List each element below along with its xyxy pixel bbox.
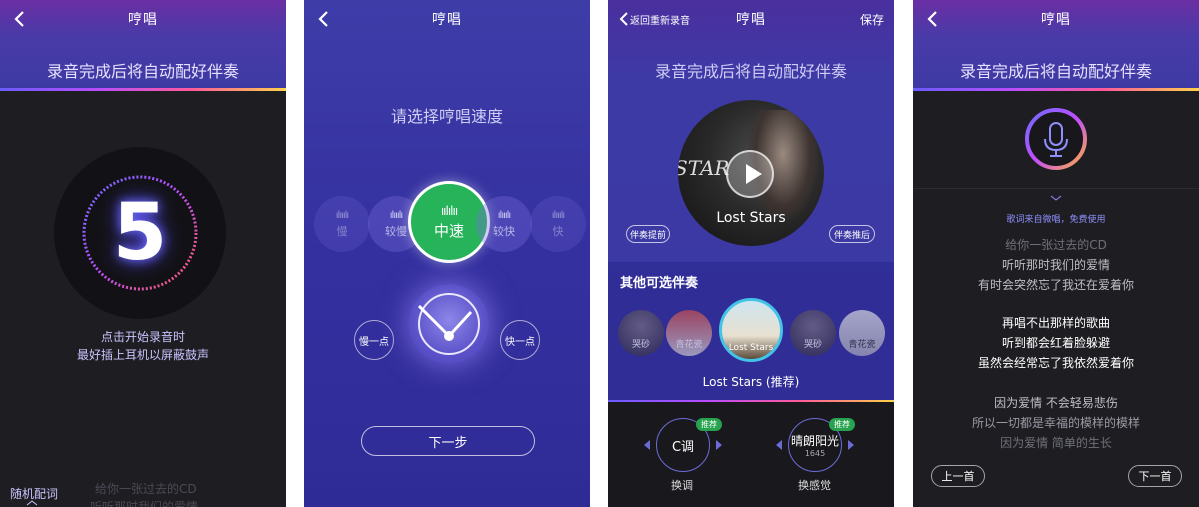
wave-icon: ılııılı xyxy=(551,209,565,221)
speed-option-slow[interactable]: ılııılı 慢 xyxy=(314,196,370,252)
speed-prompt: 请选择哼唱速度 xyxy=(390,107,503,126)
faster-button[interactable]: 快一点 xyxy=(500,320,540,360)
hint-line-1: 点击开始录音时 xyxy=(100,330,185,344)
back-icon xyxy=(619,12,628,26)
accompaniment-thumb-selected[interactable]: Lost Stars xyxy=(719,298,783,362)
advance-accompaniment-button[interactable]: 伴奏提前 xyxy=(626,225,670,243)
mood-left-arrow-icon[interactable] xyxy=(776,440,782,450)
lyric-line: 所以一切都是幸福的模样的模样 xyxy=(971,416,1140,430)
accompaniment-thumb-5[interactable]: 青花瓷 xyxy=(839,310,885,356)
save-button[interactable]: 保存 xyxy=(860,11,884,28)
hint-line-2: 最好插上耳机以屏蔽鼓声 xyxy=(76,348,209,362)
next-song-button[interactable]: 下一首 xyxy=(1128,465,1182,487)
lyric-line: 听到都会红着脸躲避 xyxy=(1001,336,1110,350)
play-icon[interactable] xyxy=(726,150,774,198)
lyric-line: 因为爱情 简单的生长 xyxy=(1000,436,1112,450)
page-title: 哼唱 xyxy=(1041,12,1071,28)
accompaniment-thumb-1[interactable]: 哭砂 xyxy=(618,310,664,356)
chevron-up-icon[interactable] xyxy=(26,500,38,506)
previous-song-button[interactable]: 上一首 xyxy=(931,465,985,487)
accompaniment-screen: 返回重新录音 哼唱 保存 录音完成后将自动配好伴奏 STAR Lost Star… xyxy=(608,0,894,507)
key-recommend-badge: 推荐 xyxy=(696,418,722,431)
lyric-line: 再唱不出那样的歌曲 xyxy=(1001,316,1110,330)
speed-option-faster[interactable]: ılııılı 较快 xyxy=(476,196,532,252)
next-step-button[interactable]: 下一步 xyxy=(361,426,535,456)
wave-icon: ılııılı xyxy=(335,209,349,221)
lyrics-screen: 哼唱 录音完成后将自动配好伴奏 歌词来自微唱，免费使用 给你一张过去的CD 听听… xyxy=(913,0,1199,507)
countdown-screen: 哼唱 录音完成后将自动配好伴奏 5 点击开始录音时 最好插上耳机以屏蔽鼓声 随机… xyxy=(0,0,286,507)
microphone-icon[interactable] xyxy=(1024,107,1088,171)
faint-lyric-2: 听听那时我们的爱情 xyxy=(90,500,199,507)
back-rerecord-button[interactable]: 返回重新录音 xyxy=(618,11,690,27)
mood-right-arrow-icon[interactable] xyxy=(848,440,854,450)
page-title: 哼唱 xyxy=(736,12,766,28)
back-icon[interactable] xyxy=(314,9,334,29)
lyric-line: 虽然会经常忘了我依然爱着你 xyxy=(977,356,1134,370)
other-accompaniment-title: 其他可选伴奏 xyxy=(620,276,699,291)
countdown-ring[interactable]: 5 xyxy=(54,147,226,319)
wave-icon: ılııılı xyxy=(497,209,511,221)
subtitle: 录音完成后将自动配好伴奏 xyxy=(959,62,1152,81)
song-title: Lost Stars xyxy=(716,210,786,226)
lyrics-source: 歌词来自微唱，免费使用 xyxy=(1006,215,1106,225)
lyric-line: 因为爱情 不会轻易悲伤 xyxy=(994,396,1118,410)
top-bar: 哼唱 xyxy=(304,0,590,38)
accompaniment-thumb-2[interactable]: 青花瓷 xyxy=(666,310,712,356)
drum-icon xyxy=(409,284,489,364)
divider xyxy=(913,188,1199,189)
back-icon[interactable] xyxy=(923,9,943,29)
album-disc[interactable]: STAR Lost Stars xyxy=(678,100,824,246)
subtitle: 录音完成后将自动配好伴奏 xyxy=(46,62,239,81)
wave-icon: ıılılıı xyxy=(440,203,458,218)
top-bar: 哼唱 xyxy=(0,0,286,38)
chevron-down-icon[interactable] xyxy=(1050,195,1062,201)
subtitle: 录音完成后将自动配好伴奏 xyxy=(654,62,847,81)
speed-option-fast[interactable]: ılııılı 快 xyxy=(530,196,586,252)
speed-select-screen: 哼唱 请选择哼唱速度 ılııılı 慢 ılııılı 较慢 ıılılıı … xyxy=(304,0,590,507)
key-right-arrow-icon[interactable] xyxy=(716,440,722,450)
key-left-arrow-icon[interactable] xyxy=(644,440,650,450)
lyric-line: 听听那时我们的爱情 xyxy=(1001,258,1110,272)
lyric-line: 有时会突然忘了我还在爱着你 xyxy=(977,278,1134,292)
slower-button[interactable]: 慢一点 xyxy=(354,320,394,360)
mood-recommend-badge: 推荐 xyxy=(829,418,855,431)
page-title: 哼唱 xyxy=(432,12,462,28)
faint-lyric-1: 给你一张过去的CD xyxy=(95,482,197,496)
wave-icon: ılııılı xyxy=(389,209,403,221)
drum-sticks-icon xyxy=(417,293,480,355)
accompaniment-thumb-4[interactable]: 哭砂 xyxy=(790,310,836,356)
lyric-line: 给你一张过去的CD xyxy=(1005,238,1107,252)
album-text: STAR xyxy=(678,156,730,180)
top-bar: 返回重新录音 哼唱 保存 xyxy=(608,0,894,38)
page-title: 哼唱 xyxy=(128,12,158,28)
key-label: 换调 xyxy=(671,479,693,492)
delay-accompaniment-button[interactable]: 伴奏推后 xyxy=(829,225,875,243)
back-icon[interactable] xyxy=(10,9,30,29)
top-bar: 哼唱 xyxy=(913,0,1199,38)
mood-label: 换感觉 xyxy=(798,479,831,492)
current-accompaniment-label: Lost Stars (推荐) xyxy=(702,375,800,389)
countdown-number: 5 xyxy=(112,188,168,278)
